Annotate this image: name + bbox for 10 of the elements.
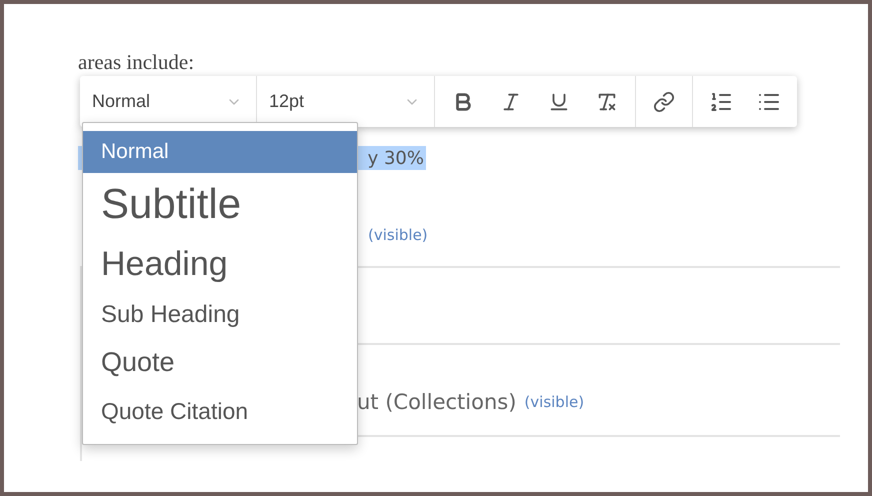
paragraph-text: areas include: — [78, 50, 196, 76]
style-option[interactable]: Quote — [83, 337, 357, 387]
visibility-tag: (visible) — [368, 226, 428, 244]
style-option[interactable]: Normal — [83, 131, 357, 173]
style-option[interactable]: Sub Heading — [83, 293, 357, 337]
style-option[interactable]: Heading — [83, 235, 357, 293]
section-title: ut (Collections) — [357, 390, 516, 414]
style-option[interactable]: Quote Citation — [83, 387, 357, 435]
style-option[interactable]: Subtitle — [83, 173, 357, 235]
visibility-tag: (visible) — [524, 393, 584, 411]
